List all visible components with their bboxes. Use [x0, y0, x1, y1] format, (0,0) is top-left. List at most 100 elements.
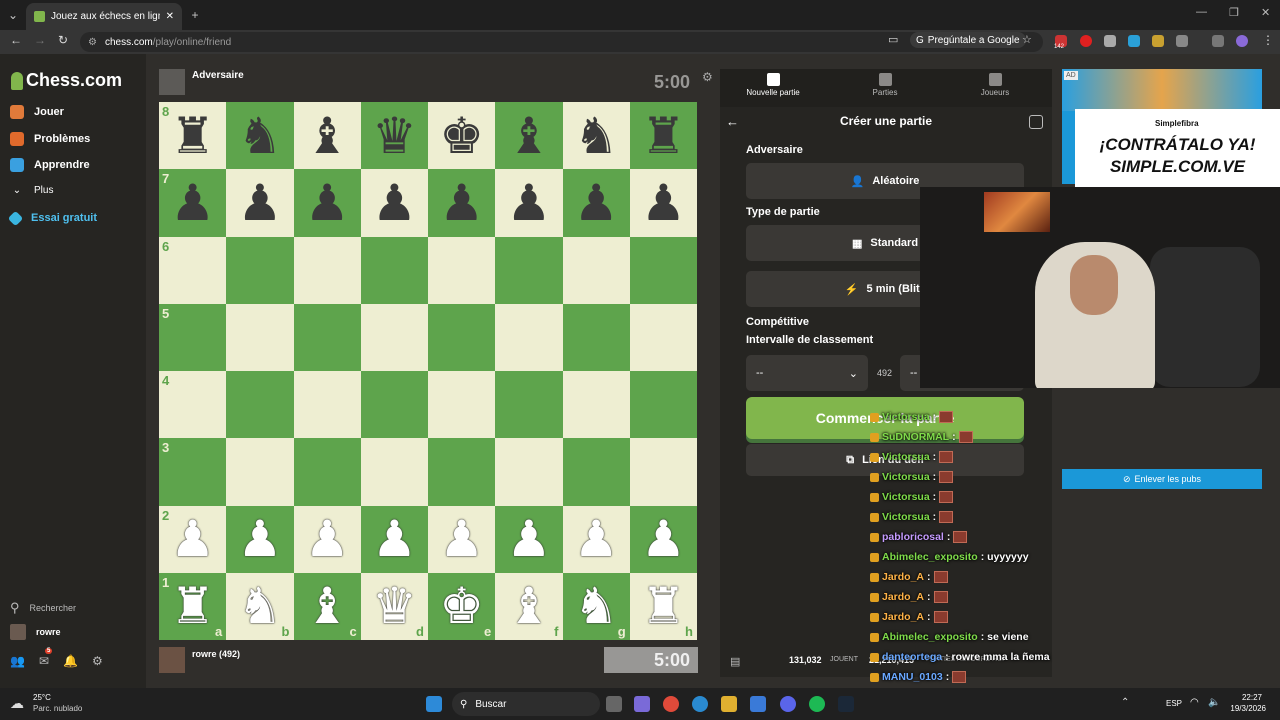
- profile-avatar-icon[interactable]: [1236, 35, 1248, 47]
- notifications-bell-icon[interactable]: 🔔: [63, 654, 78, 668]
- discord-icon[interactable]: [780, 696, 796, 712]
- board-square[interactable]: d ♛: [360, 572, 428, 640]
- board-square[interactable]: 5: [159, 303, 227, 371]
- spotify-icon[interactable]: [809, 696, 825, 712]
- clock-time[interactable]: 22:27: [1226, 693, 1262, 702]
- board-square[interactable]: ♞: [562, 102, 630, 170]
- white-king-icon[interactable]: ♚: [439, 581, 484, 631]
- black-pawn-icon[interactable]: ♟: [506, 178, 551, 228]
- board-square[interactable]: [293, 236, 361, 304]
- board-settings-gear-icon[interactable]: ⚙: [702, 70, 713, 84]
- board-square[interactable]: ♛: [360, 102, 428, 170]
- bookmark-star-icon[interactable]: ☆: [1022, 33, 1032, 46]
- white-pawn-icon[interactable]: ♟: [372, 514, 417, 564]
- board-square[interactable]: ♟: [562, 169, 630, 237]
- browser-tab[interactable]: Jouez aux échecs en ligne gratu ✕: [26, 3, 182, 30]
- tab-list-icon[interactable]: ⌄: [4, 6, 22, 24]
- black-knight-icon[interactable]: ♞: [237, 111, 282, 161]
- board-square[interactable]: ♟: [293, 169, 361, 237]
- board-square[interactable]: [293, 371, 361, 439]
- white-pawn-icon[interactable]: ♟: [237, 514, 282, 564]
- board-square[interactable]: [360, 438, 428, 506]
- reload-icon[interactable]: ↻: [58, 33, 68, 47]
- close-tab-icon[interactable]: ✕: [166, 11, 174, 22]
- settings-gear-icon[interactable]: ⚙: [92, 654, 103, 668]
- sidebar-item-plus[interactable]: ⌄ Plus: [10, 185, 54, 196]
- white-bishop-icon[interactable]: ♝: [506, 581, 551, 631]
- board-square[interactable]: b ♞: [226, 572, 294, 640]
- board-square[interactable]: ♟: [360, 169, 428, 237]
- board-square[interactable]: ♟: [562, 505, 630, 573]
- sidebar-user[interactable]: rowre: [10, 624, 61, 640]
- board-square[interactable]: 1 a ♜: [159, 572, 227, 640]
- black-bishop-icon[interactable]: ♝: [506, 111, 551, 161]
- minimize-icon[interactable]: —: [1196, 6, 1207, 18]
- sidebar-item-apprendre[interactable]: Apprendre: [10, 158, 90, 172]
- ad-overlay-banner[interactable]: Simplefibra ¡CONTRÁTALO YA! SIMPLE.COM.V…: [1075, 109, 1280, 187]
- board-square[interactable]: [293, 438, 361, 506]
- windows-start-icon[interactable]: [426, 696, 442, 712]
- black-pawn-icon[interactable]: ♟: [574, 178, 619, 228]
- board-square[interactable]: [428, 236, 496, 304]
- extensions-puzzle-icon[interactable]: [1176, 35, 1188, 47]
- friends-icon[interactable]: 👥: [10, 654, 25, 668]
- board-square[interactable]: ♟: [226, 169, 294, 237]
- weather-icon[interactable]: ☁: [10, 695, 24, 712]
- white-pawn-icon[interactable]: ♟: [574, 514, 619, 564]
- board-square[interactable]: [562, 371, 630, 439]
- board-square[interactable]: e ♚: [428, 572, 496, 640]
- board-square[interactable]: ♜: [629, 102, 697, 170]
- white-rook-icon[interactable]: ♜: [170, 581, 215, 631]
- black-pawn-icon[interactable]: ♟: [170, 178, 215, 228]
- board-square[interactable]: ♚: [428, 102, 496, 170]
- chesscom-logo[interactable]: Chess.com: [11, 70, 122, 91]
- board-square[interactable]: ♟: [360, 505, 428, 573]
- black-pawn-icon[interactable]: ♟: [372, 178, 417, 228]
- board-square[interactable]: ♟: [428, 169, 496, 237]
- black-pawn-icon[interactable]: ♟: [641, 178, 686, 228]
- new-tab-icon[interactable]: +: [186, 6, 204, 24]
- tab-nouvelle-partie[interactable]: Nouvelle partie: [728, 73, 818, 97]
- chevron-up-icon[interactable]: ⌃: [1121, 697, 1129, 708]
- clock-date[interactable]: 19/3/2026: [1222, 704, 1266, 713]
- board-square[interactable]: [226, 236, 294, 304]
- white-pawn-icon[interactable]: ♟: [439, 514, 484, 564]
- forward-icon[interactable]: →: [34, 33, 46, 47]
- board-square[interactable]: [629, 303, 697, 371]
- white-pawn-icon[interactable]: ♟: [506, 514, 551, 564]
- white-pawn-icon[interactable]: ♟: [305, 514, 350, 564]
- board-square[interactable]: [495, 236, 563, 304]
- taskbar-search[interactable]: ⚲ Buscar: [452, 692, 600, 716]
- board-square[interactable]: ♝: [495, 102, 563, 170]
- board-square[interactable]: [226, 371, 294, 439]
- board-square[interactable]: 7 ♟: [159, 169, 227, 237]
- remove-ads-button[interactable]: ⊘ Enlever les pubs: [1062, 469, 1262, 489]
- black-rook-icon[interactable]: ♜: [170, 111, 215, 161]
- wifi-icon[interactable]: ◠: [1190, 697, 1199, 708]
- white-pawn-icon[interactable]: ♟: [641, 514, 686, 564]
- extension-icon[interactable]: [1104, 35, 1116, 47]
- range-min-select[interactable]: -- ⌄: [746, 355, 868, 391]
- white-bishop-icon[interactable]: ♝: [305, 581, 350, 631]
- chess-board[interactable]: 8 ♜ ♞ ♝ ♛ ♚ ♝ ♞ ♜ 7 ♟ ♟ ♟ ♟ ♟ ♟ ♟ ♟ 6 5 4 3 2 ♟ ♟ ♟ ♟ ♟ ♟ ♟ ♟ 1 a ♜ b ♞ c ♝ d ♛…: [159, 102, 697, 640]
- black-king-icon[interactable]: ♚: [439, 111, 484, 161]
- back-icon[interactable]: ←: [10, 33, 22, 47]
- chat-icon[interactable]: ▤: [730, 655, 740, 668]
- ask-google-button[interactable]: G Pregúntale a Google: [910, 32, 1026, 48]
- chrome-icon[interactable]: [663, 696, 679, 712]
- board-square[interactable]: f ♝: [495, 572, 563, 640]
- black-queen-icon[interactable]: ♛: [372, 111, 417, 161]
- mail-icon[interactable]: [750, 696, 766, 712]
- sidebar-item-jouer[interactable]: Jouer: [10, 105, 64, 119]
- file-explorer-icon[interactable]: [721, 696, 737, 712]
- copilot-icon[interactable]: [634, 696, 650, 712]
- board-square[interactable]: 6: [159, 236, 227, 304]
- board-square[interactable]: [495, 303, 563, 371]
- url-bar[interactable]: ⚙ chess.com/play/online/friend: [80, 32, 1043, 52]
- board-square[interactable]: h ♜: [629, 572, 697, 640]
- board-square[interactable]: [226, 303, 294, 371]
- browser-menu-icon[interactable]: ⋮: [1262, 33, 1274, 47]
- board-square[interactable]: ♟: [226, 505, 294, 573]
- board-square[interactable]: [293, 303, 361, 371]
- cast-icon[interactable]: ▭: [888, 33, 898, 46]
